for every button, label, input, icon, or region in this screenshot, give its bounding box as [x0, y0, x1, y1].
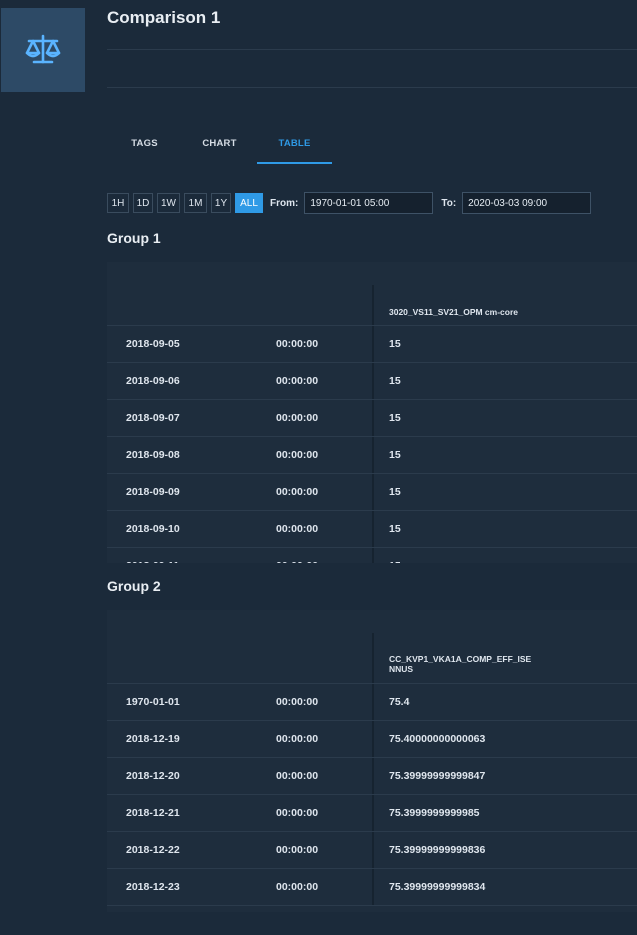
table-row: 2018-09-06 00:00:00 15: [107, 363, 637, 400]
column-divider: [372, 326, 374, 362]
row-value: 75.3999999999985: [389, 807, 480, 819]
range-1w-button[interactable]: 1W: [157, 193, 180, 213]
row-time: 00:00:00: [276, 375, 319, 387]
row-date: 2018-09-11: [126, 548, 179, 563]
row-date: 2018-09-06: [126, 375, 180, 387]
table-row: 2018-12-22 00:00:00 75.39999999999836: [107, 832, 637, 869]
table-row: 2018-09-07 00:00:00 15: [107, 400, 637, 437]
column-header: CC_KVP1_VKA1A_COMP_EFF_ISENNUS: [389, 654, 532, 674]
row-value: 15: [389, 548, 401, 563]
from-date-input[interactable]: [304, 192, 434, 214]
table-header: 3020_VS11_SV21_OPM cm-core: [107, 262, 637, 326]
row-date: 2018-12-22: [126, 844, 180, 856]
row-date: 2018-12-23: [126, 881, 180, 893]
range-1h-button[interactable]: 1H: [107, 193, 129, 213]
column-divider: [372, 721, 374, 757]
group-title: Group 2: [107, 578, 161, 594]
table-header: CC_KVP1_VKA1A_COMP_EFF_ISENNUS: [107, 610, 637, 684]
column-divider: [372, 758, 374, 794]
group-table: 3020_VS11_SV21_OPM cm-core 2018-09-05 00:…: [107, 262, 637, 563]
column-divider: [372, 400, 374, 436]
table-row: 2018-09-09 00:00:00 15: [107, 474, 637, 511]
column-divider: [372, 795, 374, 831]
range-1m-button[interactable]: 1M: [184, 193, 207, 213]
row-value: 15: [389, 523, 401, 535]
row-date: 2018-09-09: [126, 486, 180, 498]
row-time: 00:00:00: [276, 548, 318, 563]
table-row: 2018-09-08 00:00:00 15: [107, 437, 637, 474]
range-1y-button[interactable]: 1Y: [211, 193, 231, 213]
row-date: 2018-09-05: [126, 338, 180, 350]
row-time: 00:00:00: [276, 449, 319, 461]
row-date: 2018-09-10: [126, 523, 180, 535]
table-body: 2018-09-05 00:00:00 15 2018-09-06 00:00:00 15…: [107, 326, 637, 563]
to-date-input[interactable]: [462, 192, 592, 214]
row-date: 2018-12-20: [126, 770, 180, 782]
header-divider: [107, 49, 637, 50]
row-time: 00:00:00: [276, 412, 319, 424]
table-row: 2018-09-05 00:00:00 15: [107, 326, 637, 363]
row-value: 15: [389, 449, 401, 461]
row-time: 00:00:00: [276, 338, 319, 350]
table-row: 2018-09-11 00:00:00 15: [107, 548, 637, 563]
row-date: 2018-09-08: [126, 449, 180, 461]
row-value: 15: [389, 375, 401, 387]
table-row: 1970-01-01 00:00:00 75.4: [107, 684, 637, 721]
row-date: 1970-01-01: [126, 696, 180, 708]
row-time: 00:00:00: [276, 807, 319, 819]
range-1d-button[interactable]: 1D: [133, 193, 153, 213]
row-value: 15: [389, 412, 401, 424]
row-value: 15: [389, 338, 401, 350]
column-divider: [372, 511, 374, 547]
table-row: 2018-09-10 00:00:00 15: [107, 511, 637, 548]
table-row: 2018-12-20 00:00:00 75.39999999999847: [107, 758, 637, 795]
tab-table[interactable]: TABLE: [257, 128, 332, 164]
column-divider: [372, 684, 374, 720]
row-value: 75.39999999999836: [389, 844, 486, 856]
row-value: 75.39999999999834: [389, 881, 486, 893]
column-divider: [372, 285, 374, 325]
comparison-icon-tile: [1, 8, 85, 92]
table-row: 2018-12-19 00:00:00 75.40000000000063: [107, 721, 637, 758]
view-tabs: TAGS CHART TABLE: [107, 128, 332, 164]
page-title: Comparison 1: [107, 8, 221, 27]
group-title: Group 1: [107, 230, 161, 246]
row-time: 00:00:00: [276, 486, 319, 498]
column-divider: [372, 474, 374, 510]
column-header: 3020_VS11_SV21_OPM cm-core: [389, 307, 519, 317]
tab-chart[interactable]: CHART: [182, 128, 257, 164]
time-range-toolbar: 1H 1D 1W 1M 1Y ALL From: To:: [107, 192, 592, 214]
row-time: 00:00:00: [276, 770, 319, 782]
header-divider: [107, 87, 637, 88]
row-date: 2018-09-07: [126, 412, 180, 424]
to-label: To:: [441, 197, 457, 209]
row-value: 15: [389, 486, 401, 498]
column-divider: [372, 548, 374, 563]
column-divider: [372, 633, 374, 683]
column-divider: [372, 363, 374, 399]
column-divider: [372, 437, 374, 473]
table-row: 2018-12-23 00:00:00 75.39999999999834: [107, 869, 637, 906]
range-all-button[interactable]: ALL: [235, 193, 263, 213]
row-time: 00:00:00: [276, 844, 319, 856]
row-value: 75.4: [389, 696, 410, 708]
row-time: 00:00:00: [276, 881, 319, 893]
row-time: 00:00:00: [276, 733, 319, 745]
table-body: 1970-01-01 00:00:00 75.4 2018-12-19 00:00:00…: [107, 684, 637, 906]
column-divider: [372, 869, 374, 905]
row-value: 75.40000000000063: [389, 733, 486, 745]
row-date: 2018-12-21: [126, 807, 180, 819]
row-value: 75.39999999999847: [389, 770, 486, 782]
column-divider: [372, 832, 374, 868]
row-time: 00:00:00: [276, 696, 319, 708]
table-row: 2018-12-21 00:00:00 75.3999999999985: [107, 795, 637, 832]
row-date: 2018-12-19: [126, 733, 180, 745]
from-label: From:: [270, 197, 299, 209]
group-table: CC_KVP1_VKA1A_COMP_EFF_ISENNUS 1970-01-0…: [107, 610, 637, 912]
row-time: 00:00:00: [276, 523, 319, 535]
tab-tags[interactable]: TAGS: [107, 128, 182, 164]
scale-icon: [25, 34, 61, 64]
